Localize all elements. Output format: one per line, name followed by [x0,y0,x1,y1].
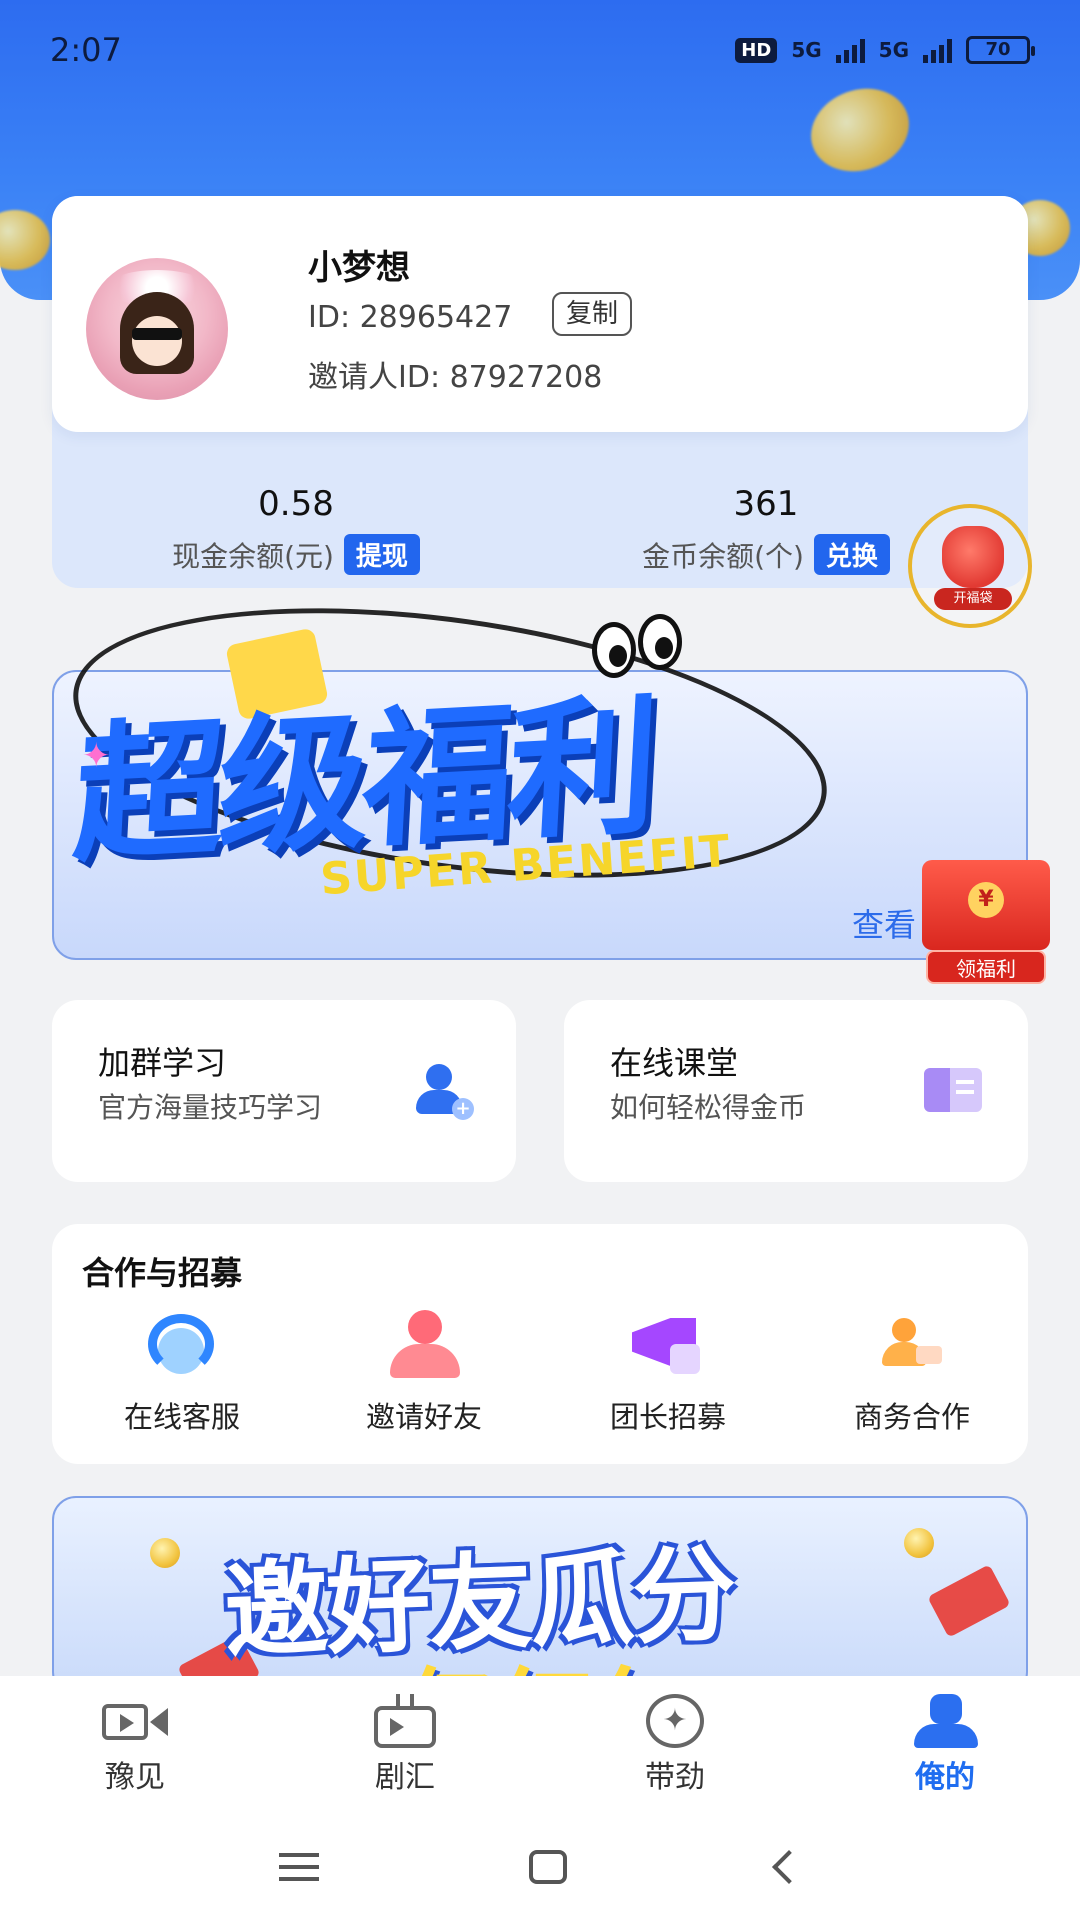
cash-balance-label: 现金余额(元) [172,539,334,573]
claim-benefit-label: 领福利 [926,950,1046,984]
status-icons: HD 5G 5G 70 [735,36,1035,64]
leader-recruit-item[interactable]: 团长招募 [568,1310,768,1436]
nav-item-juhui[interactable]: 剧汇 [270,1694,540,1796]
lucky-bag-icon [942,526,1004,588]
cooperation-card: 合作与招募 在线客服 邀请好友 团长招募 商务合作 [52,1224,1028,1464]
status-time: 2:07 [50,31,122,69]
invite-friend-label: 邀请好友 [365,1400,482,1434]
exchange-button[interactable]: 兑换 [813,534,890,575]
nav-label: 带劲 [645,1760,705,1795]
nav-label: 俺的 [915,1760,975,1795]
cash-balance: 0.58 现金余额(元) 提现 [76,484,516,575]
bottom-navigation: 豫见 剧汇 ✦ 带劲 俺的 [0,1676,1080,1814]
nav-item-mine[interactable]: 俺的 [810,1694,1080,1796]
nav-item-daijin[interactable]: ✦ 带劲 [540,1694,810,1796]
nav-label: 豫见 [105,1760,165,1795]
business-icon [870,1310,954,1380]
online-service-label: 在线客服 [123,1400,240,1434]
online-class-subtitle: 如何轻松得金币 [610,1091,807,1124]
red-envelope-decoration [927,1564,1011,1638]
business-cooperation-item[interactable]: 商务合作 [812,1310,1012,1436]
lucky-bag-label: 开福袋 [934,588,1012,610]
network-label: 5G [791,38,822,62]
profile-card: 小梦想 ID: 28965427 复制 邀请人ID: 87927208 [52,196,1028,432]
invite-banner[interactable]: 邀好友瓜分 1亿红包 [52,1496,1028,1696]
cash-balance-value: 0.58 [258,484,334,524]
coin-decoration [150,1538,180,1568]
user-id: ID: 28965427 [308,300,513,335]
invite-friend-item[interactable]: 邀请好友 [324,1310,524,1436]
back-icon[interactable] [772,1850,806,1884]
cooperation-title: 合作与招募 [82,1254,243,1292]
online-class-card[interactable]: 在线课堂 如何轻松得金币 [564,1000,1028,1182]
join-group-subtitle: 官方海量技巧学习 [98,1091,323,1124]
network-label: 5G [878,38,909,62]
coin-balance-label: 金币余额(个) [642,539,804,573]
inviter-id: 邀请人ID: 87927208 [308,360,603,395]
copy-id-button[interactable]: 复制 [552,292,633,336]
signal-icon [835,37,865,63]
cartoon-eyes-icon [592,614,688,684]
online-service-item[interactable]: 在线客服 [82,1310,282,1436]
username: 小梦想 [308,248,410,288]
video-camera-icon [100,1694,170,1748]
nav-item-yujian[interactable]: 豫见 [0,1694,270,1796]
user-icon [910,1694,980,1748]
withdraw-button[interactable]: 提现 [343,534,420,575]
claim-benefit-button[interactable]: ¥ 领福利 [922,830,1050,984]
join-group-card[interactable]: 加群学习 官方海量技巧学习 + [52,1000,516,1182]
invite-friend-icon [382,1310,466,1380]
yuan-coin-icon: ¥ [968,882,1004,918]
sparkle-icon: ✦ [82,736,111,776]
menu-icon[interactable] [279,1853,319,1881]
hd-icon: HD [735,37,778,63]
business-cooperation-label: 商务合作 [853,1400,970,1434]
tv-icon [370,1694,440,1748]
signal-icon [923,37,952,63]
coin-decoration [904,1528,934,1558]
megaphone-icon [626,1310,710,1380]
book-icon [924,1068,982,1112]
add-group-icon: + [416,1064,474,1120]
system-navigation-bar [0,1814,1080,1920]
avatar[interactable] [86,258,228,400]
battery-icon: 70 [966,36,1035,64]
leader-recruit-label: 团长招募 [609,1400,726,1434]
join-group-title: 加群学习 [98,1044,227,1082]
online-class-title: 在线课堂 [610,1044,739,1082]
coin-balance-value: 361 [733,484,799,524]
view-more-link[interactable]: 查看 [852,900,916,946]
status-bar: 2:07 HD 5G 5G 70 [0,0,1080,100]
star-compass-icon: ✦ [640,1694,710,1748]
home-icon[interactable] [529,1850,567,1884]
nav-label: 剧汇 [375,1760,435,1795]
headset-icon [140,1310,224,1380]
lucky-bag-button[interactable]: 开福袋 [908,504,1032,628]
